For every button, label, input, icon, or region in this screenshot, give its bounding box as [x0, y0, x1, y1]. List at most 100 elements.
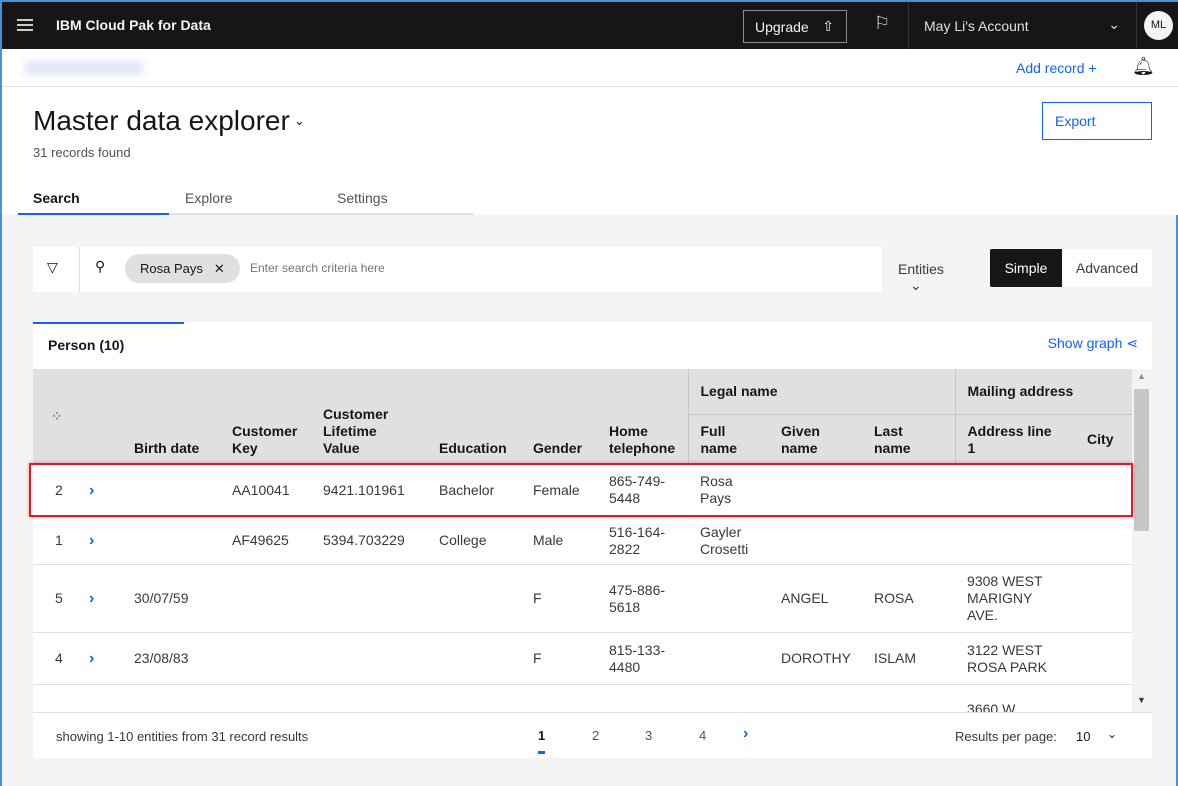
table-cell: [862, 464, 956, 517]
table-cell: AA10041: [220, 464, 311, 517]
column-header-education[interactable]: Education: [427, 369, 521, 465]
column-header-gender[interactable]: Gender: [521, 369, 597, 465]
table-row[interactable]: 1 › AF49625 5394.703229 College Male 516-164-2…: [33, 516, 1132, 565]
column-settings-icon[interactable]: ⁘: [33, 369, 89, 465]
records-count: 31 records found: [33, 145, 131, 160]
table-row[interactable]: 3660 W: [33, 684, 1132, 712]
table-cell: AF49625: [220, 516, 311, 565]
group-header-legal-name: Legal name: [687, 369, 956, 415]
scroll-up-icon[interactable]: ▲: [1137, 371, 1146, 381]
column-header-address-line-1[interactable]: Address line 1: [954, 414, 1076, 465]
upgrade-arrow-icon: ⇧: [822, 18, 834, 34]
notification-bell-icon[interactable]: 🔔︎: [1132, 56, 1155, 77]
scrollbar-thumb[interactable]: [1134, 389, 1149, 531]
page-1[interactable]: 1: [538, 728, 546, 754]
table-cell: [311, 684, 427, 712]
table-cell: ROSA: [862, 564, 956, 633]
entities-label: Entities: [898, 261, 944, 277]
chip-close-icon[interactable]: ✕: [214, 261, 225, 276]
title-chevron-down-icon[interactable]: ⌄: [294, 113, 305, 129]
entities-dropdown[interactable]: Entities ⌄: [882, 249, 987, 293]
table-row[interactable]: 5 › 30/07/59 F 475-886-5618 ANGEL ROSA 9308 WES…: [33, 564, 1132, 633]
table-row[interactable]: 4 › 23/08/83 F 815-133-4480 DOROTHY ISLAM 3122 …: [33, 632, 1132, 685]
hamburger-menu-icon[interactable]: [17, 19, 33, 31]
table-footer: showing 1-10 entities from 31 record res…: [33, 712, 1152, 758]
table-cell: 5394.703229: [311, 516, 427, 565]
search-chip: Rosa Pays ✕: [125, 254, 240, 283]
tab-explore[interactable]: Explore: [169, 187, 321, 215]
chevron-down-icon[interactable]: ⌄: [1107, 727, 1117, 741]
tab-search[interactable]: Search: [18, 187, 169, 215]
table-cell: [427, 632, 521, 685]
results-per-page-select[interactable]: 10: [1076, 729, 1090, 744]
filter-icon[interactable]: ▽: [47, 259, 58, 276]
table-cell: [521, 684, 597, 712]
table-cell: [122, 684, 220, 712]
scroll-down-icon[interactable]: ▼: [1137, 695, 1146, 705]
blurred-breadcrumb: [24, 61, 144, 75]
table-cell: 516-164-2822: [597, 516, 688, 565]
next-page-icon[interactable]: ›: [743, 725, 748, 743]
divider: [79, 247, 80, 292]
expand-row-chevron-icon[interactable]: ›: [89, 564, 122, 633]
column-header-customer-key[interactable]: Customer Key: [220, 369, 311, 465]
showing-summary: showing 1-10 entities from 31 record res…: [56, 729, 309, 744]
page-2[interactable]: 2: [592, 728, 599, 743]
table-scrollbar[interactable]: ▲ ▼: [1132, 369, 1152, 712]
column-header-given-name[interactable]: Given name: [769, 414, 862, 465]
show-graph-label: Show graph: [1047, 335, 1123, 351]
table-cell: 9421.101961: [311, 464, 427, 517]
table-cell: [955, 516, 1076, 565]
table-cell: [862, 516, 956, 565]
table-cell: 9308 WEST MARIGNY AVE.: [955, 564, 1076, 633]
table-cell: College: [427, 516, 521, 565]
page-title: Master data explorer: [33, 105, 290, 136]
signpost-icon[interactable]: ⚐: [874, 13, 890, 34]
table-cell: 865-749-5448: [597, 464, 688, 517]
table-cell: [769, 516, 862, 565]
row-index: 1: [33, 516, 89, 565]
column-header-clv[interactable]: Customer Lifetime Value: [311, 369, 427, 465]
table-cell: ANGEL: [769, 564, 862, 633]
simple-toggle[interactable]: Simple: [990, 249, 1062, 287]
table-cell: F: [521, 632, 597, 685]
table-cell: [955, 464, 1076, 517]
search-icon: ⚲: [95, 258, 106, 274]
expand-row-chevron-icon[interactable]: [89, 684, 122, 712]
expand-row-chevron-icon[interactable]: ›: [89, 632, 122, 685]
row-index: 2: [33, 464, 89, 517]
show-graph-link[interactable]: Show graph ⋖: [1048, 335, 1138, 352]
search-input[interactable]: [250, 261, 750, 275]
tab-settings[interactable]: Settings: [321, 187, 473, 215]
row-index: [33, 684, 89, 712]
export-button[interactable]: Export: [1042, 102, 1152, 140]
product-name[interactable]: IBM Cloud Pak for Data: [56, 17, 211, 33]
upgrade-button[interactable]: Upgrade ⇧: [743, 10, 847, 43]
top-nav-bar: IBM Cloud Pak for Data Upgrade ⇧ ⚐ May Li…: [2, 2, 1178, 49]
results-per-page-label: Results per page:: [955, 729, 1057, 744]
tab-person[interactable]: Person (10): [33, 322, 184, 368]
column-header-last-name[interactable]: Last name: [862, 414, 956, 465]
page-3[interactable]: 3: [645, 728, 652, 743]
chip-label: Rosa Pays: [140, 261, 203, 276]
advanced-toggle[interactable]: Advanced: [1062, 249, 1152, 287]
results-card: Person (10) Show graph ⋖ ⁘ Birth date Cu…: [33, 322, 1152, 758]
sub-header: Add record + 🔔︎: [2, 49, 1178, 87]
expand-row-chevron-icon[interactable]: ›: [89, 516, 122, 565]
table-row[interactable]: 2 › AA10041 9421.101961 Bachelor Female 865-74…: [33, 464, 1132, 517]
table-cell: [688, 564, 769, 633]
add-record-link[interactable]: Add record +: [1016, 60, 1097, 76]
table-cell: [220, 684, 311, 712]
column-header-full-name[interactable]: Full name: [687, 414, 769, 465]
page-4[interactable]: 4: [699, 728, 706, 743]
expand-row-chevron-icon[interactable]: ›: [89, 464, 122, 517]
column-header-city[interactable]: City: [1075, 414, 1132, 465]
column-header-birth-date[interactable]: Birth date: [122, 369, 220, 465]
table-cell: [769, 684, 862, 712]
avatar[interactable]: ML: [1144, 11, 1173, 40]
column-header-expand: [89, 369, 122, 465]
account-switcher[interactable]: May Li's Account ⌄: [908, 2, 1137, 49]
table-cell: [311, 564, 427, 633]
column-header-home-telephone[interactable]: Home telephone: [597, 369, 688, 465]
table-cell: [311, 632, 427, 685]
